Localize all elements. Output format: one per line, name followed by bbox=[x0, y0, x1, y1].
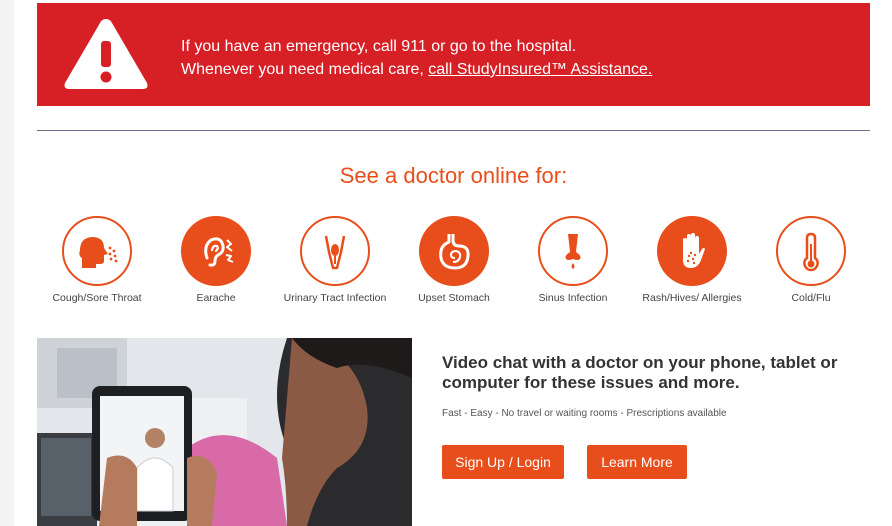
assistance-link[interactable]: call StudyInsured™ Assistance. bbox=[428, 61, 652, 78]
condition-rash[interactable]: Rash/Hives/ Allergies bbox=[632, 216, 752, 304]
section-heading: See a doctor online for: bbox=[339, 163, 568, 188]
hand-rash-icon bbox=[657, 216, 727, 286]
divider bbox=[37, 130, 870, 131]
nose-icon bbox=[538, 216, 608, 286]
emergency-banner: If you have an emergency, call 911 or go… bbox=[37, 3, 870, 106]
condition-label: Upset Stomach bbox=[418, 292, 490, 304]
care-text: Whenever you need medical care, call Stu… bbox=[181, 60, 652, 80]
urinary-icon bbox=[300, 216, 370, 286]
condition-label: Earache bbox=[196, 292, 236, 304]
telehealth-photo bbox=[37, 338, 412, 526]
promo-subtitle: Fast - Easy - No travel or waiting rooms… bbox=[442, 408, 727, 419]
promo-title: Video chat with a doctor on your phone, … bbox=[442, 353, 838, 392]
condition-label: Rash/Hives/ Allergies bbox=[642, 292, 742, 304]
thermometer-icon bbox=[776, 216, 846, 286]
condition-label: Cold/Flu bbox=[791, 292, 831, 304]
condition-label: Urinary Tract Infection bbox=[283, 292, 387, 304]
condition-label: Sinus Infection bbox=[538, 292, 608, 304]
condition-cough[interactable]: Cough/Sore Throat bbox=[37, 216, 157, 304]
condition-label: Cough/Sore Throat bbox=[52, 292, 142, 304]
learn-more-button[interactable]: Learn More bbox=[587, 445, 687, 479]
condition-stomach[interactable]: Upset Stomach bbox=[394, 216, 514, 304]
sign-up-login-button[interactable]: Sign Up / Login bbox=[442, 445, 564, 479]
condition-earache[interactable]: Earache bbox=[156, 216, 276, 304]
cough-icon bbox=[62, 216, 132, 286]
condition-sinus[interactable]: Sinus Infection bbox=[513, 216, 633, 304]
emergency-text: If you have an emergency, call 911 or go… bbox=[181, 38, 577, 55]
care-text-prefix: Whenever you need medical care, bbox=[181, 61, 429, 78]
warning-icon bbox=[64, 19, 148, 89]
condition-cold-flu[interactable]: Cold/Flu bbox=[751, 216, 871, 304]
stomach-icon bbox=[419, 216, 489, 286]
page-edge bbox=[0, 0, 14, 526]
page: If you have an emergency, call 911 or go… bbox=[0, 0, 892, 526]
condition-uti[interactable]: Urinary Tract Infection bbox=[275, 216, 395, 304]
ear-icon bbox=[181, 216, 251, 286]
